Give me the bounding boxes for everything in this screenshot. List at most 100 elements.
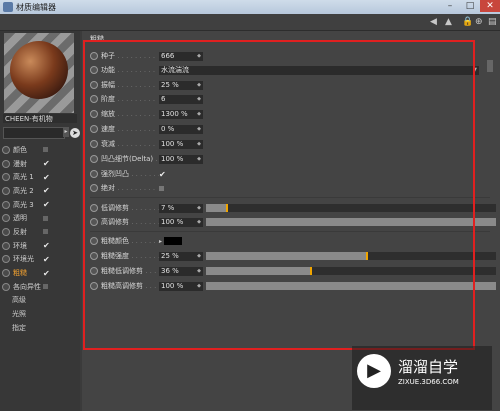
high-clip-slider[interactable] xyxy=(206,218,496,226)
anim-dot-icon[interactable] xyxy=(90,170,98,178)
anim-dot-icon[interactable] xyxy=(2,282,10,291)
spinner-icon[interactable]: ◆ xyxy=(197,125,201,134)
chevron-right-icon[interactable]: ▸ xyxy=(63,127,69,137)
channel-checkbox[interactable]: ✔ xyxy=(43,200,51,209)
channel-checkbox[interactable]: ✔ xyxy=(43,173,51,182)
bump-strength-checkbox[interactable]: ✔ xyxy=(159,170,166,179)
anim-dot-icon[interactable] xyxy=(90,81,98,89)
channel-item[interactable]: 漫射 ✔ xyxy=(2,157,80,171)
octave-field[interactable]: 6 ◆ xyxy=(159,94,203,104)
rough-strength-field[interactable]: 25 % ◆ xyxy=(159,251,203,261)
attenuation-field[interactable]: 100 % ◆ xyxy=(159,139,203,149)
anim-dot-icon[interactable] xyxy=(90,66,98,74)
rough-low-clip-slider[interactable] xyxy=(206,267,496,275)
back-arrow-icon[interactable]: ◀ xyxy=(430,17,437,27)
high-clip-field[interactable]: 100 % ◆ xyxy=(159,217,203,227)
rough-strength-slider[interactable] xyxy=(206,252,496,260)
channel-item[interactable]: 高光 3 ✔ xyxy=(2,198,80,212)
anim-dot-icon[interactable] xyxy=(2,214,10,223)
spinner-icon[interactable]: ◆ xyxy=(197,204,201,213)
channel-checkbox[interactable]: ✔ xyxy=(43,255,51,264)
channel-checkbox[interactable]: ✔ xyxy=(43,241,51,250)
anim-dot-icon[interactable] xyxy=(90,204,98,212)
maximize-button[interactable]: □ xyxy=(460,0,480,12)
channel-checkbox[interactable] xyxy=(43,229,48,235)
anim-dot-icon[interactable] xyxy=(2,241,10,250)
spinner-icon[interactable]: ◆ xyxy=(197,267,201,276)
spinner-icon[interactable]: ◆ xyxy=(197,155,201,164)
low-clip-slider[interactable] xyxy=(206,204,496,212)
chevron-right-icon[interactable]: ▸ xyxy=(159,238,162,245)
anim-dot-icon[interactable] xyxy=(90,218,98,226)
lock-icon[interactable]: 🔒 xyxy=(462,17,473,27)
rough-low-clip-field[interactable]: 36 % ◆ xyxy=(159,266,203,276)
anim-dot-icon[interactable] xyxy=(90,125,98,133)
spinner-icon[interactable]: ◆ xyxy=(197,282,201,291)
anim-dot-icon[interactable] xyxy=(2,200,10,209)
spinner-icon[interactable]: ◆ xyxy=(197,140,201,149)
material-combo[interactable] xyxy=(3,127,65,139)
picker-icon[interactable]: ➤ xyxy=(70,128,80,138)
amplitude-field[interactable]: 25 % ◆ xyxy=(159,80,203,90)
anim-dot-icon[interactable] xyxy=(90,282,98,290)
channel-checkbox[interactable]: ✔ xyxy=(43,159,51,168)
new-window-icon[interactable]: ⊕ xyxy=(475,17,483,27)
channel-checkbox[interactable] xyxy=(43,147,48,153)
channel-item[interactable]: 颜色 xyxy=(2,143,80,157)
anim-dot-icon[interactable] xyxy=(2,145,10,154)
anim-dot-icon[interactable] xyxy=(90,95,98,103)
channel-item[interactable]: 粗糙 ✔ xyxy=(2,266,80,280)
slider-knob[interactable] xyxy=(365,252,368,260)
anim-dot-icon[interactable] xyxy=(90,252,98,260)
anim-dot-icon[interactable] xyxy=(2,227,10,236)
spinner-icon[interactable]: ◆ xyxy=(197,52,201,61)
bump-delta-field[interactable]: 100 % ◆ xyxy=(159,154,203,164)
channel-checkbox[interactable] xyxy=(43,215,48,221)
anim-dot-icon[interactable] xyxy=(90,184,98,192)
material-name[interactable]: CHEEN-有机物 xyxy=(3,114,77,123)
scale-field[interactable]: 1300 % ◆ xyxy=(159,109,203,119)
spinner-icon[interactable]: ◆ xyxy=(197,95,201,104)
rough-high-clip-field[interactable]: 100 % ◆ xyxy=(159,281,203,291)
channel-checkbox[interactable]: ✔ xyxy=(43,186,51,195)
minimize-button[interactable]: – xyxy=(440,0,460,12)
anim-dot-icon[interactable] xyxy=(2,255,10,264)
anim-dot-icon[interactable] xyxy=(2,173,10,182)
speed-field[interactable]: 0 % ◆ xyxy=(159,124,203,134)
rough-high-clip-slider[interactable] xyxy=(206,282,496,290)
anim-dot-icon[interactable] xyxy=(90,155,98,163)
spinner-icon[interactable]: ◆ xyxy=(197,218,201,227)
channel-item[interactable]: 透明 xyxy=(2,211,80,225)
anim-dot-icon[interactable] xyxy=(90,52,98,60)
channel-item[interactable]: 高光 1 ✔ xyxy=(2,170,80,184)
channel-item[interactable]: 指定 xyxy=(2,321,80,335)
channel-checkbox[interactable]: ✔ xyxy=(43,269,51,278)
material-preview[interactable] xyxy=(4,33,74,113)
spinner-icon[interactable]: ◆ xyxy=(197,252,201,261)
absolute-checkbox[interactable] xyxy=(159,185,164,191)
channel-item[interactable]: 环境光 ✔ xyxy=(2,253,80,267)
rough-color-swatch[interactable] xyxy=(164,237,183,245)
anim-dot-icon[interactable] xyxy=(90,110,98,118)
channel-item[interactable]: 光照 xyxy=(2,307,80,321)
spinner-icon[interactable]: ◆ xyxy=(197,110,201,119)
anim-dot-icon[interactable] xyxy=(90,267,98,275)
anim-dot-icon[interactable] xyxy=(2,269,10,278)
menu-icon[interactable]: ▤ xyxy=(488,17,497,27)
anim-dot-icon[interactable] xyxy=(2,186,10,195)
seed-field[interactable]: 666 ◆ xyxy=(159,51,203,61)
slider-knob[interactable] xyxy=(310,267,313,275)
function-dropdown[interactable]: 水流湍流 ▼ xyxy=(159,65,479,75)
channel-item[interactable]: 高级 xyxy=(2,294,80,308)
channel-item[interactable]: 各向异性 xyxy=(2,280,80,294)
close-button[interactable]: ✕ xyxy=(480,0,500,12)
anim-dot-icon[interactable] xyxy=(90,140,98,148)
scrollbar[interactable] xyxy=(487,60,493,72)
anim-dot-icon[interactable] xyxy=(90,237,98,245)
slider-knob[interactable] xyxy=(226,204,229,212)
channel-item[interactable]: 环境 ✔ xyxy=(2,239,80,253)
channel-checkbox[interactable] xyxy=(43,284,48,290)
up-arrow-icon[interactable]: ▲ xyxy=(445,17,452,27)
channel-item[interactable]: 高光 2 ✔ xyxy=(2,184,80,198)
spinner-icon[interactable]: ◆ xyxy=(197,81,201,90)
